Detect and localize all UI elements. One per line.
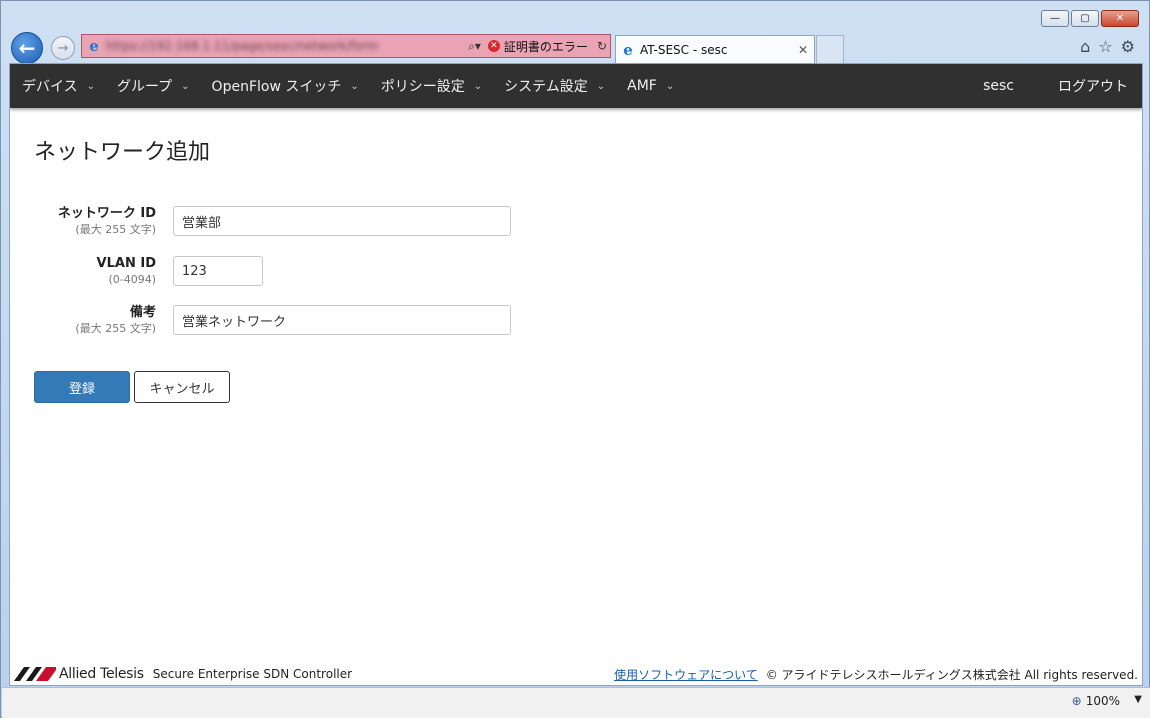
maximize-icon[interactable]: ▢ <box>1071 10 1099 27</box>
back-arrow-icon[interactable]: ← <box>11 32 43 64</box>
nav-user[interactable]: sesc <box>957 78 1040 94</box>
browser-window: — ▢ ✕ ← → e https://192.168.1.11/page/se… <box>0 0 1150 718</box>
chevron-down-icon: ⌄ <box>665 80 675 92</box>
address-url[interactable]: https://192.168.1.11/page/sesc/network/f… <box>106 39 465 53</box>
nav-system-label: システム設定 <box>504 79 588 95</box>
chevron-down-icon: ⌄ <box>596 80 606 92</box>
tab-ie-icon: e <box>623 40 633 59</box>
page-title: ネットワーク追加 <box>34 140 211 165</box>
note-label: 備考 <box>129 305 156 320</box>
note-input[interactable] <box>173 305 511 335</box>
nav-groups-label: グループ <box>116 79 173 95</box>
note-row: 備考 (最大 255 文字) <box>10 305 511 337</box>
tab-close-icon[interactable]: ✕ <box>798 43 808 57</box>
network-id-input[interactable] <box>173 206 511 236</box>
window-controls: — ▢ ✕ <box>1041 10 1139 27</box>
network-id-hint: (最大 255 文字) <box>75 223 156 236</box>
home-icon[interactable]: ⌂ <box>1080 37 1090 56</box>
top-navbar: デバイス ⌄ グループ ⌄ OpenFlow スイッチ ⌄ ポリシー設定 ⌄ システム設… <box>10 64 1142 108</box>
cert-error-icon[interactable]: ✕ <box>487 40 500 52</box>
network-id-label: ネットワーク ID <box>57 206 156 221</box>
page-content: デバイス ⌄ グループ ⌄ OpenFlow スイッチ ⌄ ポリシー設定 ⌄ システム設… <box>9 63 1143 686</box>
network-id-row: ネットワーク ID (最大 255 文字) <box>10 206 511 238</box>
browser-tab[interactable]: e AT-SESC - sesc ✕ <box>615 35 815 63</box>
register-button[interactable]: 登録 <box>34 371 130 403</box>
nav-openflow-label: OpenFlow スイッチ <box>211 79 342 95</box>
gear-icon[interactable]: ⚙ <box>1121 37 1135 56</box>
chevron-down-icon: ⌄ <box>473 80 483 92</box>
nav-devices-label: デバイス <box>22 79 78 95</box>
close-window-icon[interactable]: ✕ <box>1101 10 1139 27</box>
footer: Allied Telesis Secure Enterprise SDN Con… <box>10 662 1142 685</box>
cancel-button[interactable]: キャンセル <box>134 371 230 403</box>
chevron-down-icon: ⌄ <box>350 80 359 92</box>
nav-amf[interactable]: AMF ⌄ <box>615 64 684 108</box>
vlan-id-label: VLAN ID <box>96 256 156 271</box>
zoom-dropdown-icon[interactable]: ▼ <box>1134 694 1142 705</box>
cert-error-label[interactable]: 証明書のエラー <box>504 38 588 55</box>
copyright-text: © アライドテレシスホールディングス株式会社 All rights reserv… <box>765 667 1138 682</box>
allied-telesis-logo-icon <box>14 667 56 681</box>
minimize-icon[interactable]: — <box>1041 10 1069 27</box>
vlan-id-input[interactable] <box>173 256 263 286</box>
vlan-id-row: VLAN ID (0-4094) <box>10 256 263 288</box>
status-bar: ⊕ 100% ▼ <box>2 687 1150 718</box>
tab-title: AT-SESC - sesc <box>640 42 728 57</box>
nav-policy-label: ポリシー設定 <box>380 79 465 95</box>
product-name: Secure Enterprise SDN Controller <box>152 667 353 681</box>
nav-system-settings[interactable]: システム設定 ⌄ <box>492 64 615 108</box>
brand-name: Allied Telesis <box>59 666 144 682</box>
nav-openflow-switch[interactable]: OpenFlow スイッチ ⌄ <box>200 64 369 108</box>
nav-policy-settings[interactable]: ポリシー設定 ⌄ <box>369 64 492 108</box>
new-tab-button[interactable] <box>816 35 844 63</box>
favorites-star-icon[interactable]: ☆ <box>1098 37 1112 56</box>
software-info-link[interactable]: 使用ソフトウェアについて <box>614 666 758 683</box>
address-bar[interactable]: e https://192.168.1.11/page/sesc/network… <box>81 34 611 58</box>
browser-tools: ⌂ ☆ ⚙ <box>1080 37 1135 56</box>
zoom-control[interactable]: ⊕ 100% <box>1072 694 1120 708</box>
forward-arrow-icon[interactable]: → <box>51 36 75 60</box>
refresh-icon[interactable]: ↻ <box>597 39 607 53</box>
ie-logo-icon: e <box>89 37 99 55</box>
zoom-level: 100% <box>1085 694 1120 708</box>
chevron-down-icon: ⌄ <box>86 80 95 92</box>
chevron-down-icon: ⌄ <box>181 80 190 92</box>
zoom-icon: ⊕ <box>1071 694 1082 708</box>
nav-devices[interactable]: デバイス ⌄ <box>10 64 105 108</box>
search-icon[interactable]: ⌕▾ <box>468 39 481 54</box>
nav-groups[interactable]: グループ ⌄ <box>105 64 200 108</box>
logout-link[interactable]: ログアウト <box>1040 76 1142 96</box>
nav-amf-label: AMF <box>627 78 657 94</box>
note-hint: (最大 255 文字) <box>75 322 156 335</box>
vlan-id-hint: (0-4094) <box>108 273 156 286</box>
